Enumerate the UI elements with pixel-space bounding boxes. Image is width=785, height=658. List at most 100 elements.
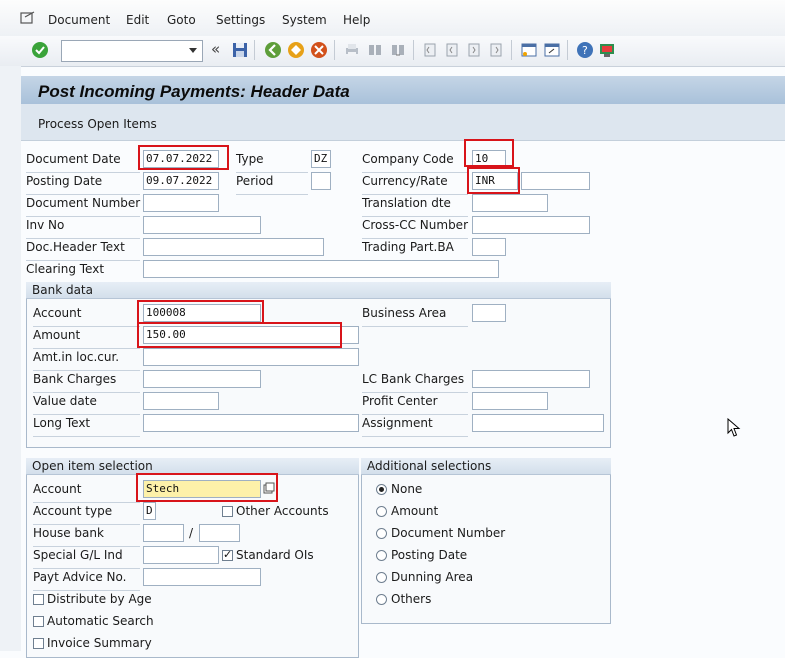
next-page-icon[interactable] [465,41,483,59]
amt-loc-cur-field[interactable] [143,348,359,366]
find-next-icon[interactable] [389,41,407,59]
find-icon[interactable] [366,41,384,59]
svg-text:?: ? [582,44,588,57]
first-page-icon[interactable] [421,41,439,59]
distribute-by-age-checkbox[interactable] [33,594,44,605]
invoice-summary-checkbox[interactable] [33,638,44,649]
radio-posting-date[interactable] [376,550,387,561]
customize-layout-icon[interactable] [598,41,616,59]
new-session-icon[interactable] [520,41,538,59]
other-accounts-checkbox[interactable] [222,506,233,517]
payt-advice-field[interactable] [143,568,261,586]
menu-settings[interactable]: Settings [216,13,265,27]
posting-date-field[interactable]: 09.07.2022 [143,172,219,190]
account-type-field[interactable]: D [143,502,156,520]
bank-account-label: Account [33,306,140,327]
menu-bar: Document Edit Goto Settings System Help [0,0,785,37]
value-date-label: Value date [33,394,140,415]
document-date-label: Document Date [26,152,140,173]
house-bank-account-field[interactable] [199,524,240,542]
divider [21,140,785,141]
long-text-field[interactable] [143,414,359,432]
dropdown-icon[interactable] [188,47,198,55]
business-area-label: Business Area [362,306,468,327]
value-date-field[interactable] [143,392,219,410]
left-margin [0,66,21,651]
assignment-field[interactable] [472,414,604,432]
radio-others[interactable] [376,594,387,605]
command-field[interactable] [61,40,203,62]
oi-account-label: Account [33,482,140,503]
doc-header-text-field[interactable] [143,238,324,256]
highlight-oi-account [136,473,278,502]
translation-date-field[interactable] [472,194,548,212]
menu-document[interactable]: Document [48,13,110,27]
document-number-field[interactable] [143,194,219,212]
lc-bank-charges-label: LC Bank Charges [362,372,468,393]
double-left-icon[interactable]: « [211,40,220,58]
automatic-search-label: Automatic Search [47,614,154,628]
toolbar-separator [254,40,255,60]
payt-advice-label: Payt Advice No. [33,570,140,591]
profit-center-field[interactable] [472,392,548,410]
radio-none-label: None [391,482,423,496]
radio-amount[interactable] [376,506,387,517]
house-bank-separator: / [189,526,194,540]
page-title: Post Incoming Payments: Header Data [38,82,350,101]
save-icon[interactable] [231,41,249,59]
highlight-amount [137,322,342,348]
menu-system[interactable]: System [282,13,327,27]
additional-selections-header: Additional selections [361,458,611,475]
house-bank-field[interactable] [143,524,184,542]
bank-charges-field[interactable] [143,370,261,388]
trading-part-ba-field[interactable] [472,238,506,256]
menu-help[interactable]: Help [343,13,370,27]
type-field[interactable]: DZ [311,150,331,168]
assignment-label: Assignment [362,416,468,437]
highlight-document-date [138,145,229,170]
exchange-rate-field[interactable] [521,172,590,190]
menu-edit[interactable]: Edit [126,13,149,27]
exit-icon[interactable] [287,41,305,59]
back-icon[interactable] [264,41,282,59]
currency-rate-label: Currency/Rate [362,174,468,195]
period-field[interactable] [311,172,331,190]
cancel-icon[interactable] [310,41,328,59]
type-label: Type [236,152,308,173]
house-bank-label: House bank [33,526,140,547]
mouse-cursor-icon [727,418,741,437]
last-page-icon[interactable] [487,41,505,59]
amount-label: Amount [33,328,140,349]
translation-date-label: Translation dte [362,196,468,217]
special-gl-label: Special G/L Ind [33,548,140,569]
prev-page-icon[interactable] [443,41,461,59]
print-icon[interactable] [343,41,361,59]
menu-icon[interactable] [20,11,36,25]
radio-none[interactable] [376,484,387,495]
cross-cc-number-label: Cross-CC Number [362,218,468,239]
menu-goto[interactable]: Goto [167,13,196,27]
lc-bank-charges-field[interactable] [472,370,590,388]
radio-posting-date-label: Posting Date [391,548,468,562]
radio-amount-label: Amount [391,504,439,518]
radio-dunning-area[interactable] [376,572,387,583]
bank-charges-label: Bank Charges [33,372,140,393]
process-open-items-button[interactable]: Process Open Items [38,117,157,131]
distribute-by-age-label: Distribute by Age [47,592,152,606]
automatic-search-checkbox[interactable] [33,616,44,627]
special-gl-field[interactable] [143,546,219,564]
shortcut-icon[interactable] [543,41,561,59]
business-area-field[interactable] [472,304,506,322]
help-icon[interactable]: ? [576,41,594,59]
period-label: Period [236,174,308,195]
account-type-label: Account type [33,504,140,525]
radio-document-number[interactable] [376,528,387,539]
standard-ois-checkbox[interactable] [222,548,233,561]
cross-cc-number-field[interactable] [472,216,590,234]
trading-part-ba-label: Trading Part.BA [362,240,468,261]
inv-no-field[interactable] [143,216,261,234]
long-text-label: Long Text [33,416,140,437]
clearing-text-field[interactable] [143,260,499,278]
standard-ois-label: Standard OIs [236,548,314,562]
enter-icon[interactable] [31,41,49,59]
